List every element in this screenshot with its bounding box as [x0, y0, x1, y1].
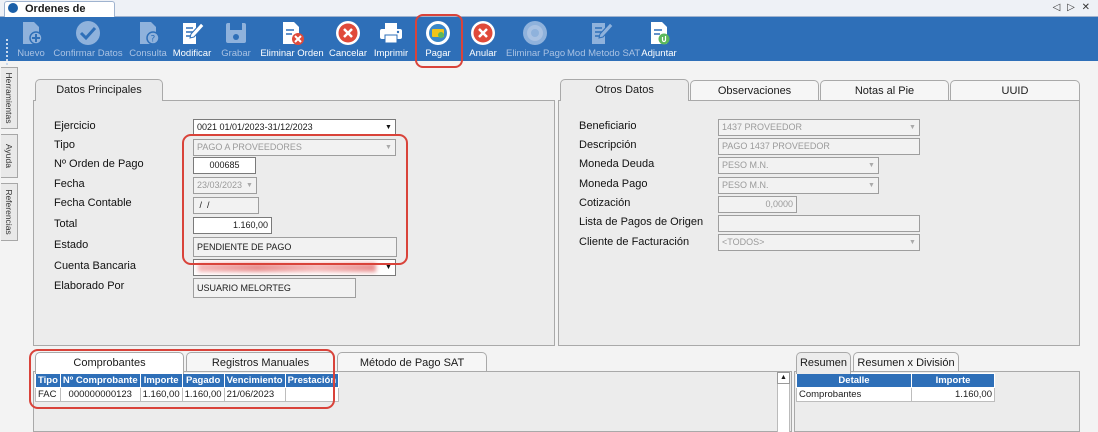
chevron-down-icon: ▼	[868, 182, 875, 189]
cancel-label: Cancelar	[328, 48, 368, 59]
document-tab-strip	[0, 0, 1098, 17]
cotizacion-label: Cotización	[579, 197, 631, 209]
side-tab-herramientas[interactable]: Herramientas	[1, 67, 18, 129]
checkmark-icon	[76, 21, 100, 45]
lista-pagos-label: Lista de Pagos de Origen	[579, 216, 704, 228]
print-label: Imprimir	[373, 48, 409, 59]
modify-button[interactable]: Modificar	[170, 17, 214, 61]
chevron-down-icon: ▼	[909, 124, 916, 131]
total-label: Total	[54, 218, 78, 230]
estado-label: Estado	[54, 239, 89, 251]
tab-comprobantes[interactable]: Comprobantes	[35, 352, 184, 374]
save-label: Grabar	[221, 48, 251, 59]
moneda-deuda-select[interactable]: PESO M.N. ▼	[718, 157, 879, 174]
resumen-header-row: Detalle Importe	[796, 373, 995, 388]
svg-text:?: ?	[151, 35, 156, 45]
orden-label: Nº Orden de Pago	[54, 158, 144, 170]
confirm-data-label: Confirmar Datos	[53, 48, 123, 59]
column-header[interactable]: Importe	[911, 373, 995, 388]
beneficiario-label: Beneficiario	[579, 120, 637, 132]
tab-resumen-x-division[interactable]: Resumen x División	[853, 352, 959, 373]
app-icon	[8, 3, 18, 13]
tab-resumen[interactable]: Resumen	[796, 352, 851, 374]
tipo-label: Tipo	[54, 139, 75, 151]
tab-ordenes-de-pago[interactable]: Ordenes de Pago	[4, 1, 115, 29]
chevron-down-icon: ▼	[385, 124, 392, 131]
tab-otros-datos[interactable]: Otros Datos	[560, 79, 689, 101]
tab-uuid[interactable]: UUID	[950, 80, 1080, 101]
fecha-contable-label: Fecha Contable	[54, 197, 132, 209]
moneda-pago-select[interactable]: PESO M.N. ▼	[718, 177, 879, 194]
confirm-data-button[interactable]: Confirmar Datos	[52, 17, 124, 61]
pay-button-highlight	[415, 14, 463, 68]
tab-datos-principales[interactable]: Datos Principales	[35, 79, 163, 101]
scroll-up-button[interactable]: ▲	[777, 372, 790, 384]
save-button[interactable]: Grabar	[218, 17, 254, 61]
tab-notas-al-pie[interactable]: Notas al Pie	[820, 80, 949, 101]
query-button[interactable]: ? Consulta	[128, 17, 168, 61]
elaborado-field[interactable]: USUARIO MELORTEG	[193, 278, 356, 298]
delete-document-icon	[283, 22, 304, 45]
void-icon	[471, 21, 495, 45]
new-document-icon	[23, 22, 43, 45]
new-button[interactable]: Nuevo	[14, 17, 48, 61]
print-button[interactable]: Imprimir	[371, 17, 411, 61]
mod-sat-method-button[interactable]: Mod Metodo SAT	[567, 17, 641, 61]
attach-button[interactable]: Adjuntar	[639, 17, 679, 61]
moneda-pago-label: Moneda Pago	[579, 178, 648, 190]
attach-label: Adjuntar	[641, 48, 677, 59]
tab-observaciones[interactable]: Observaciones	[690, 80, 819, 101]
chevron-down-icon: ▼	[868, 162, 875, 169]
ejercicio-label: Ejercicio	[54, 120, 96, 132]
delete-payment-label: Eliminar Pago	[506, 48, 566, 59]
attach-document-icon	[651, 22, 670, 45]
vertical-scrollbar[interactable]	[777, 384, 790, 432]
moneda-deuda-label: Moneda Deuda	[579, 158, 655, 170]
column-header[interactable]: Detalle	[796, 373, 912, 388]
resumen-table: Detalle Importe Comprobantes 1.160,00	[796, 373, 995, 402]
modify-label: Modificar	[172, 48, 212, 59]
save-disk-icon	[226, 23, 246, 43]
edit-sat-method-icon	[592, 22, 614, 44]
void-label: Anular	[469, 48, 497, 59]
delete-payment-icon	[523, 21, 547, 45]
mod-sat-method-label: Mod Metodo SAT	[567, 48, 641, 59]
fields-highlight	[182, 134, 408, 265]
query-document-icon: ?	[140, 22, 160, 45]
descripcion-label: Descripción	[579, 139, 637, 151]
fecha-label: Fecha	[54, 178, 85, 190]
cotizacion-field[interactable]: 0,0000	[718, 196, 797, 213]
new-label: Nuevo	[17, 48, 45, 59]
printer-icon	[380, 23, 402, 44]
void-button[interactable]: Anular	[464, 17, 502, 61]
side-tab-referencias[interactable]: Referencias	[1, 183, 18, 241]
query-label: Consulta	[129, 48, 167, 59]
chevron-down-icon: ▼	[909, 239, 916, 246]
cancel-icon	[336, 21, 360, 45]
descripcion-field[interactable]: PAGO 1437 PROVEEDOR	[718, 138, 920, 155]
side-tab-ayuda[interactable]: Ayuda	[1, 134, 18, 178]
delete-order-label: Eliminar Orden	[260, 48, 324, 59]
delete-payment-button[interactable]: Eliminar Pago	[506, 17, 566, 61]
elaborado-label: Elaborado Por	[54, 280, 125, 292]
table-cell: 1.160,00	[911, 387, 995, 402]
cliente-select[interactable]: <TODOS> ▼	[718, 234, 920, 251]
tab-navigation-arrows[interactable]: ◁ ▷ ✕	[1053, 2, 1092, 13]
lista-pagos-field[interactable]	[718, 215, 920, 232]
cliente-label: Cliente de Facturación	[579, 236, 690, 248]
table-row[interactable]: Comprobantes 1.160,00	[796, 387, 995, 402]
table-cell: Comprobantes	[796, 387, 912, 402]
delete-order-button[interactable]: Eliminar Orden	[260, 17, 324, 61]
main-toolbar: Nuevo Confirmar Datos ? Consulta Modific…	[0, 17, 1098, 73]
tab-metodo-pago-sat[interactable]: Método de Pago SAT	[337, 352, 487, 373]
cuenta-label: Cuenta Bancaria	[54, 260, 136, 272]
beneficiario-select[interactable]: 1437 PROVEEDOR ▼	[718, 119, 920, 136]
cancel-button[interactable]: Cancelar	[327, 17, 369, 61]
edit-document-icon	[183, 22, 205, 44]
